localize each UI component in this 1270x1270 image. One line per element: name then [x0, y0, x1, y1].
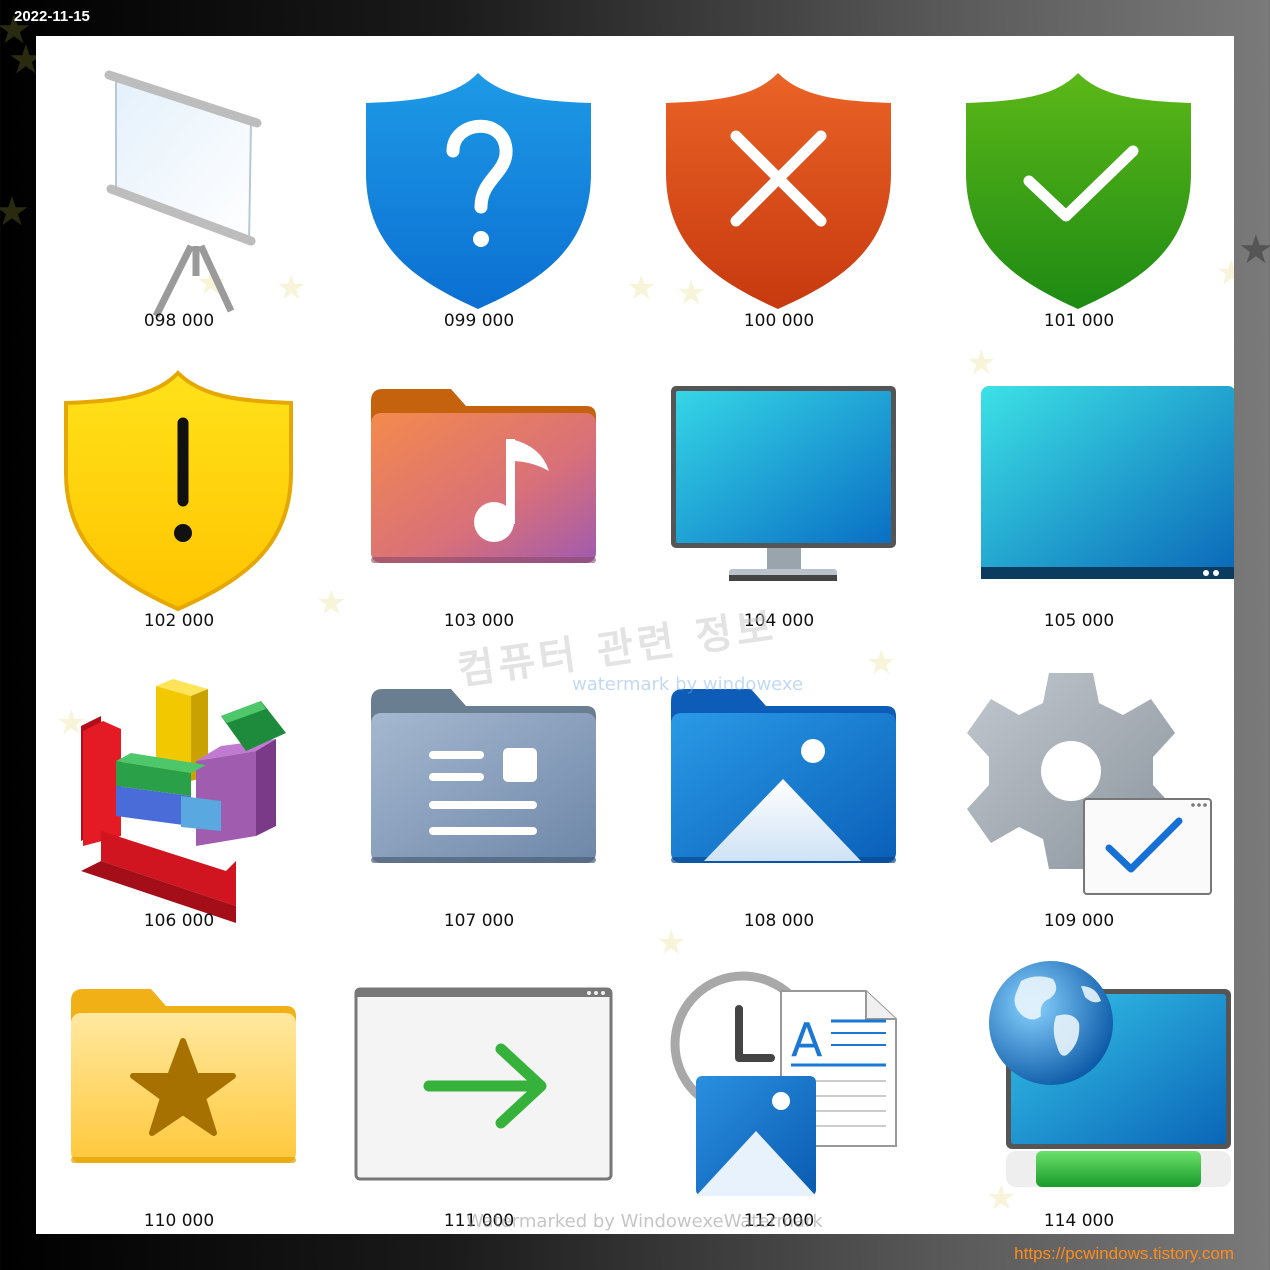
pictures-folder-icon [671, 689, 896, 863]
settings-check-icon [967, 673, 1212, 895]
background-star: ★ [0, 189, 30, 235]
documents-folder-icon [371, 689, 596, 863]
icon-label: 101 000 [1043, 311, 1115, 331]
shield-warning-icon [64, 370, 293, 612]
icon-label: 099 000 [443, 311, 515, 331]
icon-tile-101[interactable]: 101 000 [936, 36, 1234, 336]
icon-tile-099[interactable]: 099 000 [336, 36, 636, 336]
icon-tile-100[interactable]: 100 000 [636, 36, 936, 336]
defragment-blocks-icon [81, 679, 286, 923]
icon-label: 110 000 [143, 1211, 215, 1231]
icon-tile-111[interactable]: 111 000 [336, 936, 636, 1234]
site-url-link[interactable]: https://pcwindows.tistory.com [1014, 1244, 1234, 1264]
icon-label: 105 000 [1043, 611, 1115, 631]
watermark-subtitle: watermark by windowexe [572, 674, 804, 695]
icon-label: 109 000 [1043, 911, 1115, 931]
icon-tile-110[interactable]: 110 000 [36, 936, 336, 1234]
shield-check-icon [966, 73, 1191, 309]
icon-label: 106 000 [143, 911, 215, 931]
svg-text:A: A [791, 1013, 823, 1067]
network-globe-icon [989, 961, 1231, 1187]
icon-tile-102[interactable]: 102 000 [36, 336, 336, 636]
icon-grid-panel: ★ ★ ★ ★ ★ ★ ★ ★ ★ ★ ★ ★ ★ ★ ★ 098 000 [36, 36, 1234, 1234]
icon-tile-114[interactable]: 114 000 [936, 936, 1234, 1234]
window-arrow-icon [354, 987, 613, 1181]
music-folder-icon [371, 389, 596, 563]
icon-tile-103[interactable]: 103 000 [336, 336, 636, 636]
icon-tile-098[interactable]: 098 000 [36, 36, 336, 336]
icon-tile-112[interactable]: A 112 000 [636, 936, 936, 1234]
icon-label: 102 000 [143, 611, 215, 631]
favorites-folder-icon [71, 989, 296, 1163]
icon-label: 098 000 [143, 311, 215, 331]
icon-label: 107 000 [443, 911, 515, 931]
monitor-icon [671, 386, 896, 581]
date-stamp: 2022-11-15 [14, 8, 90, 25]
projector-screen-icon [104, 70, 262, 318]
watermark-footer: Watermarked by WindowexeWatermark [466, 1211, 823, 1232]
recent-files-icon: A [670, 971, 897, 1196]
icon-tile-109[interactable]: 109 000 [936, 636, 1234, 936]
icon-label: 100 000 [743, 311, 815, 331]
shield-question-icon [366, 73, 591, 309]
icon-tile-104[interactable]: 104 000 [636, 336, 936, 636]
icon-tile-105[interactable]: 105 000 [936, 336, 1234, 636]
icon-label: 108 000 [743, 911, 815, 931]
icon-tile-106[interactable]: 106 000 [36, 636, 336, 936]
shield-error-icon [666, 73, 891, 309]
desktop-icon [981, 386, 1234, 579]
background-star: ★ [1238, 227, 1270, 273]
icon-label: 114 000 [1043, 1211, 1115, 1231]
